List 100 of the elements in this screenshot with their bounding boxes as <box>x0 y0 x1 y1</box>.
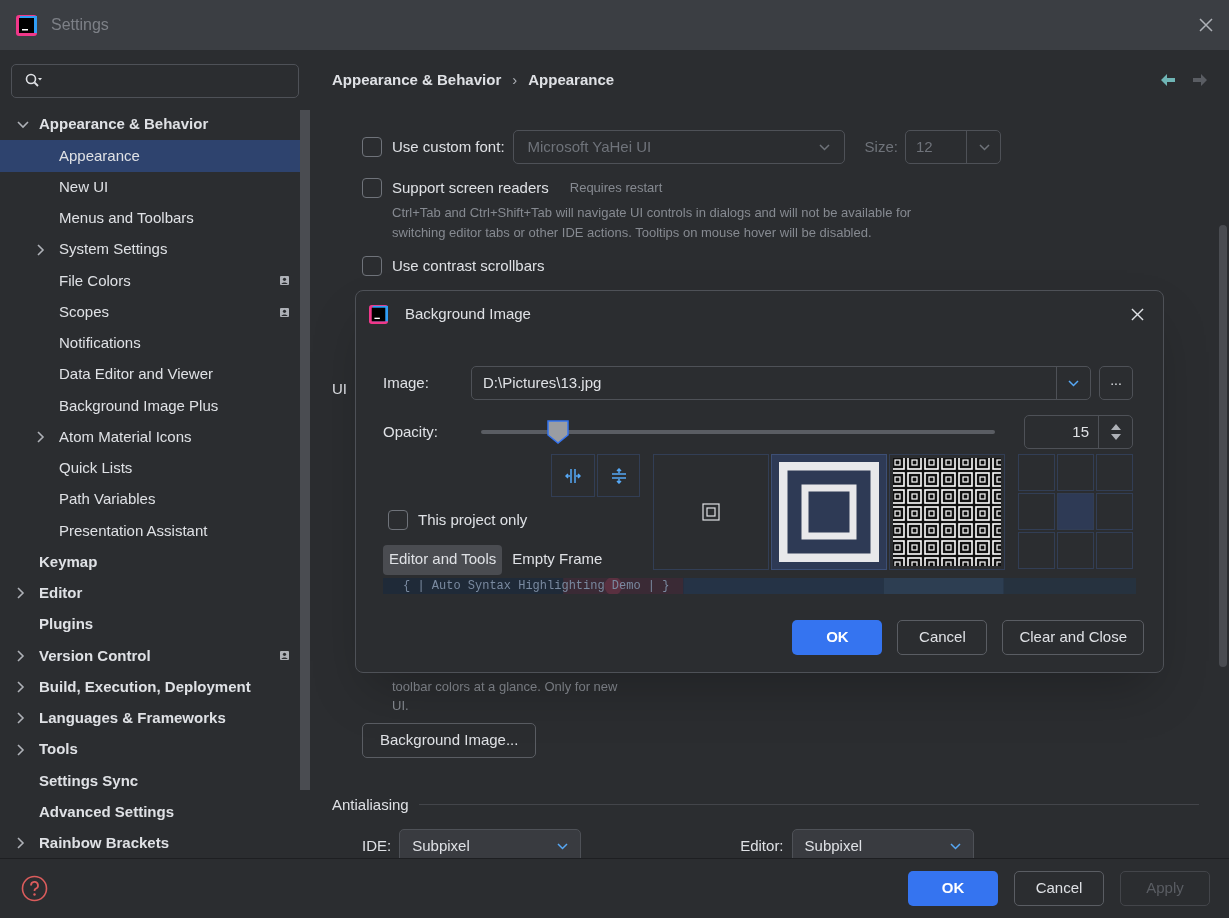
anchor-cell[interactable] <box>1057 532 1094 569</box>
anchor-cell[interactable] <box>1096 493 1133 530</box>
tree-item[interactable]: New UI <box>0 171 300 203</box>
tree-item[interactable]: Settings Sync <box>0 765 300 797</box>
dialog-button[interactable]: Clear and Close <box>1002 620 1144 655</box>
breadcrumb-separator: › <box>512 69 518 90</box>
field-label: Editor: <box>740 835 784 856</box>
flip-vertical-button[interactable] <box>597 454 640 497</box>
size-label: Size: <box>864 136 898 157</box>
chevron-right-icon[interactable] <box>17 681 25 694</box>
tree-item[interactable]: Quick Lists <box>0 452 300 484</box>
tree-item[interactable]: Atom Material Icons <box>0 421 300 453</box>
chevron-down-icon <box>818 143 830 151</box>
tree-item[interactable]: Tools <box>0 734 300 766</box>
chevron-down-icon <box>557 842 569 850</box>
chevron-down-icon <box>1068 379 1079 387</box>
tree-item[interactable]: Editor <box>0 577 300 609</box>
field-label: IDE: <box>362 835 392 856</box>
scrollbar-thumb[interactable] <box>300 110 310 790</box>
back-arrow-icon[interactable] <box>1161 74 1175 86</box>
checkbox-label[interactable]: Use contrast scrollbars <box>392 254 545 278</box>
image-path-dropdown[interactable]: D:\Pictures\13.jpg <box>471 366 1091 400</box>
tree-item[interactable]: Appearance <box>0 140 300 172</box>
dialog-title: Background Image <box>405 303 531 324</box>
search-icon <box>25 73 43 89</box>
tree-item[interactable]: Scopes <box>0 296 300 328</box>
tree-item[interactable]: Path Variables <box>0 484 300 516</box>
anchor-cell[interactable] <box>1018 493 1055 530</box>
anchor-cell[interactable] <box>1057 493 1094 530</box>
checkbox[interactable] <box>362 178 382 198</box>
dialog-button[interactable]: OK <box>908 871 998 906</box>
chevron-right-icon[interactable] <box>17 712 25 725</box>
description-text: Ctrl+Tab and Ctrl+Shift+Tab will navigate UI controls in dialogs and will not be available for switching editor tabs or other IDE actions. Tooltips on mouse hover will be disabled. <box>392 204 913 242</box>
tree-item[interactable]: Rainbow Brackets <box>0 827 300 858</box>
background-image-button[interactable]: Background Image... <box>362 722 537 758</box>
chevron-down-icon[interactable] <box>17 120 29 129</box>
close-icon[interactable] <box>1199 18 1213 32</box>
checkbox-label[interactable]: This project only <box>418 509 528 532</box>
window-title: Settings <box>51 15 109 35</box>
tree-item[interactable]: System Settings <box>0 234 300 266</box>
slider-thumb[interactable] <box>547 420 570 444</box>
chevron-right-icon[interactable] <box>37 431 45 444</box>
anchor-cell[interactable] <box>1018 532 1055 569</box>
breadcrumb-link[interactable]: Appearance & Behavior <box>332 68 502 92</box>
tree-item[interactable]: Advanced Settings <box>0 796 300 828</box>
anchor-cell[interactable] <box>1096 532 1133 569</box>
code-preview-text: { | Auto Syntax Highlighting Demo | } <box>403 579 670 593</box>
chevron-right-icon[interactable] <box>17 649 25 662</box>
help-icon[interactable] <box>21 875 48 902</box>
app-logo-icon <box>16 14 37 36</box>
section-title: Antialiasing <box>332 794 409 815</box>
dialog-button[interactable]: Cancel <box>1014 871 1104 906</box>
browse-button[interactable]: ... <box>1099 366 1133 400</box>
search-field[interactable] <box>11 64 299 98</box>
tree-item[interactable]: Data Editor and Viewer <box>0 359 300 391</box>
tree-item[interactable]: Languages & Frameworks <box>0 702 300 734</box>
tree-item[interactable]: Plugins <box>0 609 300 641</box>
anchor-cell[interactable] <box>1018 454 1055 491</box>
tiled-squares-icon <box>893 458 1001 566</box>
tree-item[interactable]: Appearance & Behavior <box>0 109 300 141</box>
chevron-right-icon[interactable] <box>17 743 25 756</box>
spinner-arrows-icon <box>1109 423 1122 441</box>
opacity-spinner[interactable]: 15 <box>1024 415 1133 449</box>
tab[interactable]: Editor and Tools <box>383 544 503 575</box>
flip-horizontal-button[interactable] <box>551 454 595 497</box>
forward-arrow-icon[interactable] <box>1193 74 1207 86</box>
tree-item[interactable]: Keymap <box>0 546 300 578</box>
chevron-right-icon[interactable] <box>37 243 45 256</box>
ide-dropdown[interactable]: Subpixel <box>399 829 582 858</box>
tree-item[interactable]: Notifications <box>0 327 300 359</box>
editor-dropdown[interactable]: Subpixel <box>791 829 974 858</box>
chevron-right-icon[interactable] <box>17 587 25 600</box>
dialog-button[interactable]: Cancel <box>897 620 988 655</box>
checkbox[interactable] <box>362 256 382 276</box>
flip-horizontal-icon <box>565 467 581 484</box>
scrollbar-thumb[interactable] <box>1219 225 1227 667</box>
chevron-down-icon <box>949 842 961 850</box>
tree-item[interactable]: Menus and Toolbars <box>0 202 300 234</box>
tree-item[interactable]: Version Control <box>0 640 300 672</box>
tree-item[interactable]: Build, Execution, Deployment <box>0 671 300 703</box>
field-label: Opacity: <box>383 421 440 442</box>
fill-mode-option[interactable] <box>771 454 887 570</box>
section-title: UI <box>332 379 347 399</box>
tree-item[interactable]: File Colors <box>0 265 300 297</box>
anchor-cell[interactable] <box>1057 454 1094 491</box>
anchor-cell[interactable] <box>1096 454 1133 491</box>
dialog-button[interactable]: OK <box>792 620 883 655</box>
hint-text: Requires restart <box>569 179 663 198</box>
fill-mode-option[interactable] <box>889 454 1005 570</box>
checkbox[interactable] <box>388 510 408 531</box>
tab[interactable]: Empty Frame <box>506 544 609 575</box>
flip-vertical-icon <box>610 467 627 484</box>
checkbox-label[interactable]: Support screen readers <box>392 176 549 200</box>
chevron-right-icon[interactable] <box>17 837 25 850</box>
tree-item[interactable]: Background Image Plus <box>0 390 300 422</box>
field-label: Image: <box>383 372 430 393</box>
app-logo-icon <box>369 304 388 324</box>
chevron-down-icon <box>978 143 990 151</box>
breadcrumb-current: Appearance <box>528 69 615 90</box>
tree-item[interactable]: Presentation Assistant <box>0 515 300 547</box>
